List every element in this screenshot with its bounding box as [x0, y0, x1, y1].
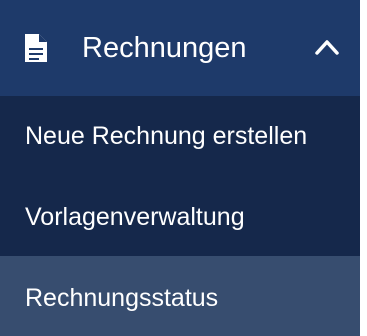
nav-section-rechnungen[interactable]: Rechnungen	[0, 0, 360, 96]
nav-submenu: Neue Rechnung erstellen Vorlagenverwaltu…	[0, 96, 360, 336]
submenu-item-neue-rechnung[interactable]: Neue Rechnung erstellen	[0, 96, 360, 174]
document-icon	[25, 34, 47, 62]
submenu-item-rechnungsstatus[interactable]: Rechnungsstatus	[0, 256, 360, 336]
nav-section-label: Rechnungen	[82, 32, 247, 64]
submenu-item-label: Vorlagenverwaltung	[25, 203, 245, 231]
submenu-item-label: Rechnungsstatus	[25, 284, 219, 312]
submenu-item-vorlagenverwaltung[interactable]: Vorlagenverwaltung	[0, 174, 360, 252]
chevron-up-icon[interactable]	[314, 37, 340, 57]
submenu-item-label: Neue Rechnung erstellen	[25, 122, 308, 150]
sidebar-nav: Rechnungen Neue Rechnung erstellen Vorla…	[0, 0, 360, 336]
